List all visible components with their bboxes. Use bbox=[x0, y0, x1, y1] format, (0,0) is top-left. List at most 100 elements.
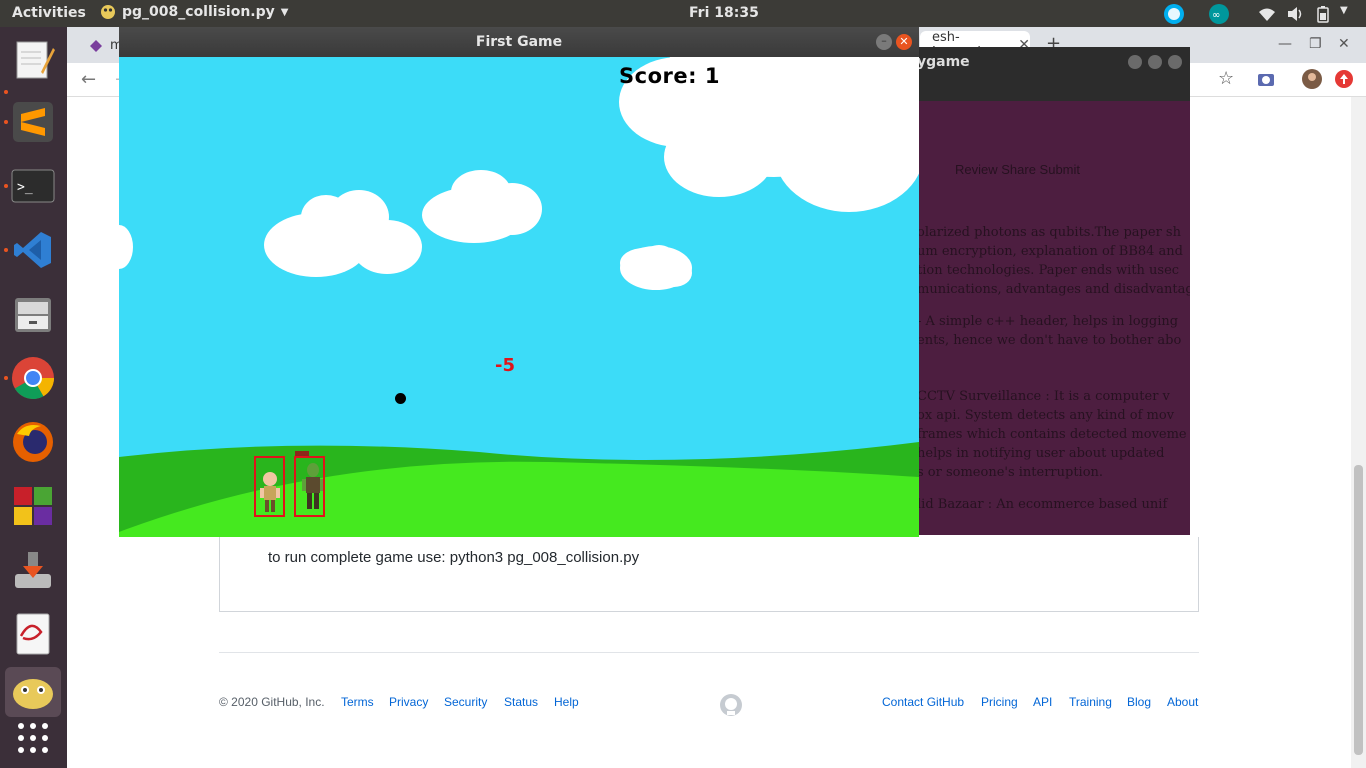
arduino-icon[interactable]: ∞ bbox=[1208, 3, 1230, 25]
text-editor-icon bbox=[16, 41, 55, 79]
game-window[interactable]: First Game – ✕ Score: 1 -5 bbox=[119, 27, 919, 537]
score-value: 1 bbox=[704, 64, 720, 88]
cloud-medium bbox=[264, 190, 422, 277]
bullet bbox=[395, 393, 406, 404]
score-display: Score: 1 bbox=[619, 64, 720, 88]
text-line: CCTV Surveillance : It is a computer v bbox=[917, 389, 1170, 404]
cloud-edge bbox=[119, 225, 133, 269]
dock-text-editor[interactable] bbox=[8, 35, 58, 85]
vscode-icon bbox=[14, 232, 51, 268]
text-line: olarized photons as qubits.The paper sh bbox=[917, 225, 1181, 240]
close-icon[interactable] bbox=[1168, 55, 1182, 69]
back-arrow-icon[interactable]: ← bbox=[81, 69, 96, 90]
update-icon[interactable] bbox=[1334, 69, 1354, 89]
dock-running-indicator bbox=[4, 120, 8, 124]
battery-icon[interactable] bbox=[1314, 5, 1332, 23]
dock-terminal[interactable]: >_ bbox=[8, 161, 58, 211]
game-background bbox=[119, 57, 919, 537]
minimize-icon[interactable] bbox=[1128, 55, 1142, 69]
text-line: helps in notifying user about updated bbox=[917, 446, 1165, 461]
dock-pygame[interactable] bbox=[5, 667, 61, 717]
avatar[interactable] bbox=[1302, 69, 1322, 89]
footer-link-privacy[interactable]: Privacy bbox=[389, 695, 428, 709]
footer-link-pricing[interactable]: Pricing bbox=[981, 695, 1018, 709]
footer-divider bbox=[219, 652, 1199, 653]
tab-favicon-icon bbox=[90, 40, 102, 52]
footer-link-about[interactable]: About bbox=[1167, 695, 1198, 709]
cloud-medium-2 bbox=[422, 170, 542, 243]
text-line: - A simple c++ header, helps in logging bbox=[917, 314, 1179, 329]
file-cabinet-icon bbox=[15, 298, 51, 332]
cloud-small bbox=[620, 245, 692, 290]
background-window[interactable]: ygame Review Share Submit olarized photo… bbox=[915, 47, 1190, 535]
footer-copyright: © 2020 GitHub, Inc. bbox=[219, 695, 325, 709]
github-logo-icon[interactable] bbox=[719, 693, 743, 717]
enemy-sprite bbox=[302, 463, 323, 509]
minimize-icon[interactable]: – bbox=[876, 34, 892, 50]
camera-extension-icon[interactable] bbox=[1257, 71, 1275, 87]
svg-text:>_: >_ bbox=[17, 180, 33, 195]
text-line: um encryption, explanation of BB84 and bbox=[917, 244, 1183, 259]
dock-installer[interactable] bbox=[8, 545, 58, 595]
minimize-icon[interactable]: — bbox=[1278, 36, 1292, 52]
game-canvas[interactable]: Score: 1 -5 bbox=[119, 57, 919, 537]
svg-text:∞: ∞ bbox=[1212, 10, 1220, 21]
close-window-icon[interactable]: ✕ bbox=[1338, 36, 1350, 52]
app-name: pg_008_collision.py bbox=[122, 4, 275, 20]
maximize-icon[interactable]: ❐ bbox=[1309, 36, 1322, 52]
dock-running-indicator bbox=[4, 248, 8, 252]
footer-link-training[interactable]: Training bbox=[1069, 695, 1112, 709]
system-menu-chevron-icon[interactable]: ▼ bbox=[1340, 5, 1348, 16]
page-scrollbar-thumb[interactable] bbox=[1354, 465, 1363, 755]
dock-chrome[interactable] bbox=[8, 353, 58, 403]
chrome-icon bbox=[12, 357, 55, 400]
footer-link-api[interactable]: API bbox=[1033, 695, 1052, 709]
close-icon[interactable]: ✕ bbox=[896, 34, 912, 50]
dock-firefox[interactable] bbox=[8, 417, 58, 467]
usb-installer-icon bbox=[15, 552, 51, 588]
footer-link-security[interactable]: Security bbox=[444, 695, 487, 709]
dock: >_ bbox=[0, 27, 67, 768]
dock-pdf-viewer[interactable] bbox=[8, 609, 58, 659]
python-icon bbox=[101, 5, 115, 19]
app-menu[interactable]: pg_008_collision.py ▼ bbox=[100, 4, 288, 20]
bookmark-star-icon[interactable]: ☆ bbox=[1218, 68, 1234, 89]
volume-icon[interactable] bbox=[1286, 5, 1304, 23]
app-grid-icon bbox=[18, 723, 48, 753]
score-label: Score: bbox=[619, 64, 697, 88]
clock[interactable]: Fri 18:35 bbox=[689, 5, 759, 21]
footer-link-terms[interactable]: Terms bbox=[341, 695, 374, 709]
firefox-icon bbox=[13, 422, 53, 462]
text-line: frames which contains detected moveme bbox=[917, 427, 1187, 442]
skype-icon[interactable] bbox=[1163, 3, 1185, 25]
game-window-titlebar[interactable]: First Game bbox=[119, 27, 919, 57]
footer-link-status[interactable]: Status bbox=[504, 695, 538, 709]
text-line: munications, advantages and disadvantag bbox=[917, 282, 1190, 297]
sublime-text-icon bbox=[13, 102, 53, 142]
dock-vscode[interactable] bbox=[8, 225, 58, 275]
activities-button[interactable]: Activities bbox=[12, 5, 86, 21]
wifi-icon[interactable] bbox=[1258, 5, 1276, 23]
colored-squares-icon bbox=[14, 487, 52, 525]
dock-windows-app[interactable] bbox=[8, 481, 58, 531]
chevron-down-icon: ▼ bbox=[280, 6, 289, 18]
player-sprite bbox=[260, 472, 280, 512]
dock-sublime-text[interactable] bbox=[8, 97, 58, 147]
dock-running-indicator bbox=[4, 184, 8, 188]
text-line: ents, hence we don't have to bother abo bbox=[917, 333, 1182, 348]
top-bar: Activities pg_008_collision.py ▼ Fri 18:… bbox=[0, 0, 1366, 27]
text-line: tion technologies. Paper ends with usec bbox=[917, 263, 1180, 278]
footer-link-blog[interactable]: Blog bbox=[1127, 695, 1151, 709]
text-line: ox api. System detects any kind of mov bbox=[917, 408, 1175, 423]
text-line: lid Bazaar : An ecommerce based unif bbox=[917, 497, 1168, 512]
background-window-titlebar[interactable]: ygame bbox=[915, 47, 1190, 101]
hit-penalty-text: -5 bbox=[495, 355, 515, 376]
footer-link-help[interactable]: Help bbox=[554, 695, 579, 709]
text-line: s or someone's interruption. bbox=[917, 465, 1104, 480]
maximize-icon[interactable] bbox=[1148, 55, 1162, 69]
dock-running-indicator bbox=[4, 90, 8, 94]
footer-link-contact-github[interactable]: Contact GitHub bbox=[882, 695, 964, 709]
dock-show-applications[interactable] bbox=[8, 713, 58, 763]
dock-files[interactable] bbox=[8, 289, 58, 339]
run-instruction-text: to run complete game use: python3 pg_008… bbox=[268, 549, 640, 566]
